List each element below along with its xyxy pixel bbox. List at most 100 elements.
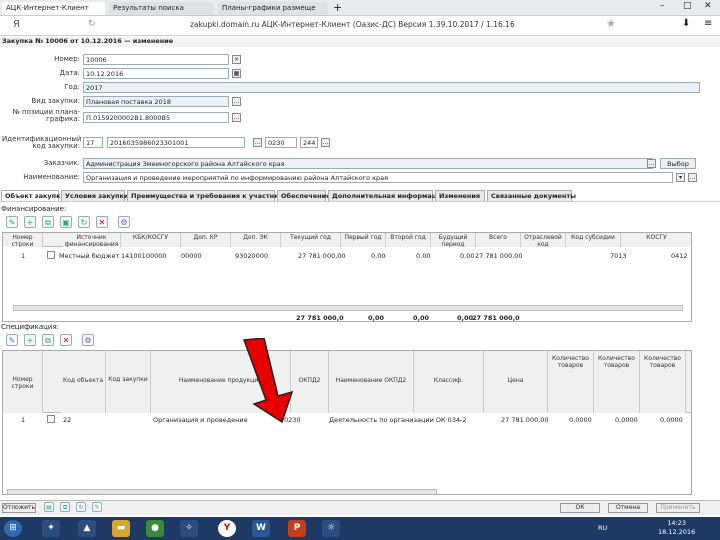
- ok-button[interactable]: ОК: [560, 503, 600, 513]
- name-scroll-icon[interactable]: ▾: [676, 173, 685, 182]
- taskbar-word-icon[interactable]: W: [252, 520, 270, 537]
- total-fut: 0,00: [457, 314, 474, 322]
- finance-col-y1: Первый год: [341, 233, 386, 247]
- spec-settings-icon[interactable]: ⚙: [82, 334, 94, 346]
- ident-kvr-field[interactable]: 244: [300, 137, 318, 148]
- number-field[interactable]: 10006: [83, 54, 229, 65]
- close-icon[interactable]: ✕: [704, 1, 712, 11]
- finance-cell-total: 27 781 000,00: [475, 252, 523, 260]
- address-text[interactable]: zakupki.domain.ru АЦК-Интернет-Клиент (О…: [190, 20, 515, 29]
- apply-button[interactable]: Применить: [656, 503, 700, 513]
- taskbar: [0, 517, 720, 540]
- calendar-icon[interactable]: ▦: [232, 69, 241, 78]
- taskbar-explorer-icon[interactable]: ▬: [112, 520, 130, 537]
- finance-cell-cur: 27 781 000,00: [298, 252, 346, 260]
- tab-conditions[interactable]: Условия закупки: [61, 190, 128, 201]
- tab-requirements[interactable]: Преимущества и требования к участнику: [127, 190, 287, 201]
- taskbar-app-2[interactable]: ▲: [78, 520, 96, 537]
- spec-col-okpdname: Наименование ОКПД2: [329, 351, 414, 413]
- number-clear-icon[interactable]: ×: [232, 55, 241, 64]
- finance-col-cur: Текущий год: [281, 233, 341, 247]
- finance-cell-fut: 0,00: [460, 252, 475, 260]
- yandex-logo: Я: [13, 19, 20, 30]
- delete-icon[interactable]: ✕: [96, 216, 108, 228]
- copy-icon[interactable]: ⧉: [42, 216, 54, 228]
- row-checkbox[interactable]: [47, 251, 55, 259]
- reload-icon[interactable]: ↻: [88, 19, 96, 29]
- spec-col-q2: Количество товаров: [594, 351, 640, 413]
- postpone-button[interactable]: Отложить: [2, 503, 36, 513]
- finance-col-subsidy: Код субсидии: [566, 233, 621, 247]
- tab-security[interactable]: Обеспечение: [277, 190, 331, 201]
- total-cur: 27 781 000,0: [296, 314, 344, 322]
- bookmark-star-icon[interactable]: ★: [606, 17, 616, 30]
- spec-add-icon[interactable]: +: [24, 334, 36, 346]
- bottom-copy-icon[interactable]: ⧉: [60, 502, 70, 512]
- taskbar-app-3[interactable]: ●: [146, 520, 164, 537]
- ident-num-field[interactable]: 0230: [265, 137, 297, 148]
- minimize-icon[interactable]: –: [660, 1, 665, 11]
- spec-col-q1: Количество товаров: [548, 351, 594, 413]
- save-icon[interactable]: ▣: [60, 216, 72, 228]
- tab-additional[interactable]: Дополнительная информация: [328, 190, 445, 201]
- start-button[interactable]: ⊞: [4, 520, 22, 537]
- taskbar-app-4[interactable]: ✧: [180, 520, 198, 537]
- bottom-print-icon[interactable]: ▤: [44, 502, 54, 512]
- pos-field[interactable]: П.0159200002В1.8000В5: [83, 112, 229, 123]
- browser-tab-2[interactable]: Результаты поиска: [109, 2, 214, 15]
- plan-label: Вид закупки:: [31, 97, 80, 105]
- tab-linked[interactable]: Связанные документы: [487, 190, 576, 201]
- red-arrow-annotation: [242, 338, 294, 424]
- new-tab-button[interactable]: +: [333, 1, 342, 14]
- browser-tab-1[interactable]: АЦК-Интернет-Клиент: [2, 2, 105, 15]
- customer-select-icon[interactable]: …: [647, 159, 656, 168]
- tab-changes[interactable]: Изменения: [435, 190, 485, 201]
- spec-hscroll[interactable]: [7, 489, 437, 494]
- maximize-icon[interactable]: □: [683, 1, 692, 11]
- browser-tabbar: АЦК-Интернет-Клиент Результаты поиска Пл…: [0, 0, 720, 16]
- menu-icon[interactable]: ≡: [704, 18, 712, 29]
- spec-row[interactable]: 1 22 Организация и проведение 0230 Деяте…: [3, 413, 691, 425]
- taskbar-yandex-icon[interactable]: Y: [218, 520, 236, 537]
- settings-icon[interactable]: ⚙: [118, 216, 130, 228]
- finance-cell-y2: 0,00: [416, 252, 431, 260]
- finance-col-number: Номер строки: [3, 233, 43, 247]
- taskbar-powerpoint-icon[interactable]: P: [288, 520, 306, 537]
- browser-tab-3[interactable]: Планы-графики размеще: [218, 2, 328, 15]
- taskbar-app-5[interactable]: ☼: [322, 520, 340, 537]
- spec-col-class: Классиф.: [414, 351, 484, 413]
- date-field[interactable]: 10.12.2016: [83, 68, 229, 79]
- edit-icon[interactable]: ✎: [6, 216, 18, 228]
- number-label: Номер:: [54, 55, 80, 63]
- spec-edit-icon[interactable]: ✎: [6, 334, 18, 346]
- spec-delete-icon[interactable]: ✕: [60, 334, 72, 346]
- spec-cell-q2: 0,0000: [615, 416, 638, 424]
- add-row-icon[interactable]: +: [24, 216, 36, 228]
- language-indicator[interactable]: RU: [598, 524, 607, 532]
- ident-inn-field[interactable]: 2016035986023301001: [107, 137, 245, 148]
- pos-select-icon[interactable]: …: [232, 113, 241, 122]
- plan-select-icon[interactable]: …: [232, 97, 241, 106]
- taskbar-app-1[interactable]: ✦: [42, 520, 60, 537]
- finance-cell-y1: 0,00: [371, 252, 386, 260]
- ident-kvr-icon[interactable]: …: [321, 138, 330, 147]
- spec-copy-icon[interactable]: ⧉: [42, 334, 54, 346]
- name-field[interactable]: Организация и проведение мероприятий по …: [83, 172, 673, 183]
- ident-year-field[interactable]: 17: [83, 137, 103, 148]
- spec-row-checkbox[interactable]: [47, 415, 55, 423]
- tab-object[interactable]: Объект закупки: [1, 190, 65, 201]
- bottom-attach-icon[interactable]: ✎: [92, 502, 102, 512]
- download-icon[interactable]: ⬇: [682, 18, 690, 29]
- ident-select-icon[interactable]: …: [253, 138, 262, 147]
- cancel-button[interactable]: Отмена: [608, 503, 648, 513]
- finance-hscroll[interactable]: [13, 305, 683, 311]
- name-expand-icon[interactable]: …: [688, 173, 697, 182]
- year-label: Год:: [64, 83, 80, 91]
- bottom-refresh-icon[interactable]: ↻: [76, 502, 86, 512]
- refresh-icon[interactable]: ↻: [78, 216, 90, 228]
- finance-col-source: Источник финансирования: [63, 233, 121, 247]
- clock[interactable]: 14:23 18.12.2016: [658, 519, 695, 537]
- finance-col-code: Отраслевой код: [521, 233, 566, 247]
- finance-col-dek: Доп. ЭК: [231, 233, 281, 247]
- choose-button[interactable]: Выбор: [660, 158, 696, 169]
